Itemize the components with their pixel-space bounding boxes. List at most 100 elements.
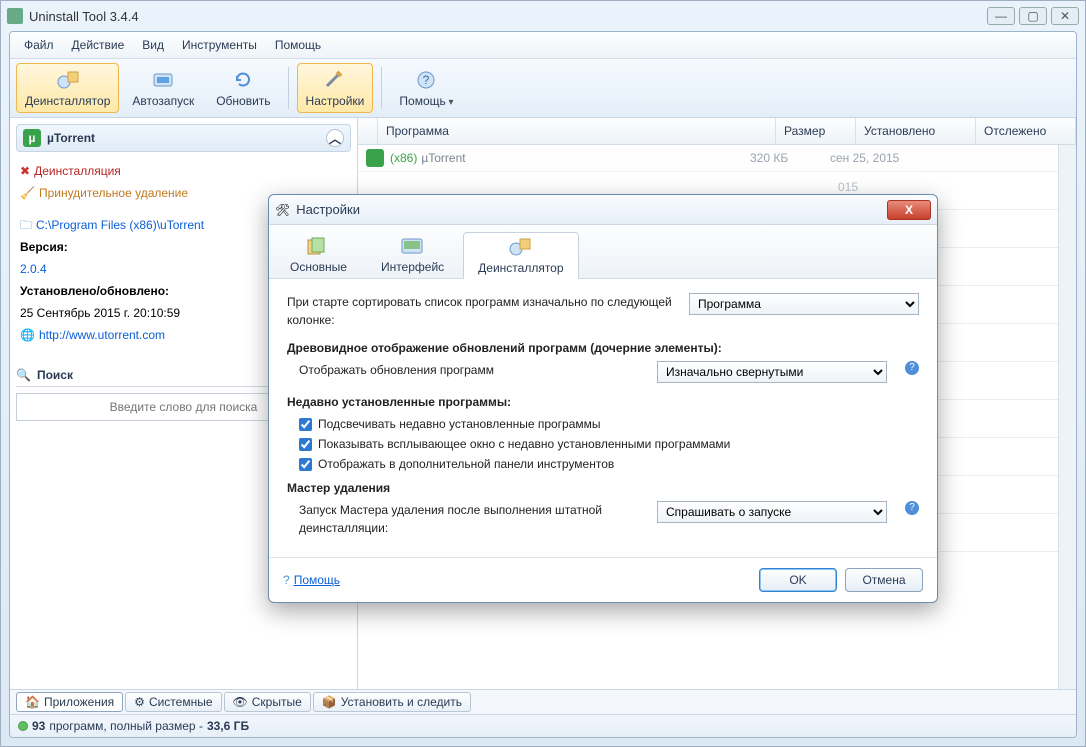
table-row[interactable]: (x86) µTorrent 320 КБ сен 25, 2015 [358, 145, 1058, 172]
interface-tab-icon [399, 236, 427, 258]
sidebar-uninstall[interactable]: Деинсталляция [34, 164, 121, 178]
vertical-scrollbar[interactable] [1058, 145, 1076, 689]
help-link-icon: ? [283, 573, 290, 587]
toolbar-help-label: Помощь [399, 94, 453, 108]
toolbar-help[interactable]: ? Помощь [390, 63, 462, 113]
status-count: 93 [32, 719, 45, 733]
track-icon: 📦 [322, 695, 337, 709]
maximize-button[interactable]: ▢ [1019, 7, 1047, 25]
menu-action[interactable]: Действие [64, 36, 133, 54]
bottom-tabs: 🏠Приложения ⚙Системные 👁Скрытые 📦Установ… [10, 689, 1076, 714]
statusbar: 93 программ, полный размер - 33,6 ГБ [10, 714, 1076, 737]
wizard-heading: Мастер удаления [287, 479, 919, 497]
toolbar-autorun-label: Автозапуск [132, 94, 194, 108]
close-button[interactable]: ✕ [1051, 7, 1079, 25]
hidden-icon: 👁 [233, 695, 248, 709]
help-badge-icon-2[interactable]: ? [905, 501, 919, 515]
uninstall-icon: ✖ [20, 164, 30, 178]
recent-heading: Недавно установленные программы: [287, 393, 919, 411]
dialog-help-link[interactable]: Помощь [294, 573, 340, 587]
broom-icon: 🧹 [20, 186, 35, 200]
sidebar-header[interactable]: µ µTorrent ︿ [16, 124, 351, 152]
help-badge-icon[interactable]: ? [905, 361, 919, 375]
menu-view[interactable]: Вид [134, 36, 172, 54]
help-icon: ? [412, 68, 440, 92]
toolbar-uninstaller-label: Деинсталлятор [25, 94, 110, 108]
toolbar-separator-2 [381, 67, 382, 109]
toolbar-refresh-label: Обновить [216, 94, 270, 108]
folder-icon: 🗀 [20, 218, 32, 232]
col-size[interactable]: Размер [776, 118, 856, 144]
dialog-titlebar[interactable]: 🛠 Настройки X [269, 195, 937, 225]
dialog-close-button[interactable]: X [887, 200, 931, 220]
window-title: Uninstall Tool 3.4.4 [29, 9, 987, 24]
installed-label: Установлено/обновлено: [20, 284, 169, 298]
uninstaller-icon [54, 68, 82, 92]
sort-label: При старте сортировать список программ и… [287, 293, 677, 329]
menubar: Файл Действие Вид Инструменты Помощь [10, 32, 1076, 59]
menu-tools[interactable]: Инструменты [174, 36, 265, 54]
globe-icon: 🌐 [20, 328, 35, 342]
dialog-tab-interface[interactable]: Интерфейс [366, 231, 459, 278]
col-tracked[interactable]: Отслежено [976, 118, 1076, 144]
collapse-icon[interactable]: ︿ [326, 129, 344, 147]
dialog-icon: 🛠 [275, 203, 290, 217]
svg-text:?: ? [423, 73, 430, 87]
tab-applications[interactable]: 🏠Приложения [16, 692, 123, 712]
tree-label: Отображать обновления программ [287, 361, 645, 379]
home-icon: 🏠 [25, 695, 40, 709]
sort-select[interactable]: Программа [689, 293, 919, 315]
toolbar-refresh[interactable]: Обновить [207, 63, 279, 113]
titlebar[interactable]: Uninstall Tool 3.4.4 — ▢ ✕ [1, 1, 1085, 31]
status-led-icon [18, 721, 28, 731]
row-date: сен 25, 2015 [830, 151, 950, 165]
wizard-select[interactable]: Спрашивать о запуске [657, 501, 887, 523]
tab-system[interactable]: ⚙Системные [125, 692, 221, 712]
uninstaller-tab-icon [507, 237, 535, 259]
menu-help[interactable]: Помощь [267, 36, 329, 54]
status-size: 33,6 ГБ [207, 719, 249, 733]
refresh-icon [229, 68, 257, 92]
ok-button[interactable]: OK [759, 568, 837, 592]
chk-popup[interactable]: Показывать всплывающее окно с недавно ус… [299, 435, 919, 453]
tab-install-track[interactable]: 📦Установить и следить [313, 692, 471, 712]
autorun-icon [149, 68, 177, 92]
sidebar-url[interactable]: http://www.utorrent.com [39, 328, 165, 342]
search-icon: 🔍 [16, 368, 31, 382]
sidebar-force-remove[interactable]: Принудительное удаление [39, 186, 188, 200]
row-app-icon [366, 149, 384, 167]
toolbar: Деинсталлятор Автозапуск Обновить Настро… [10, 59, 1076, 118]
chk-highlight[interactable]: Подсвечивать недавно установленные прогр… [299, 415, 919, 433]
general-tab-icon [304, 236, 332, 258]
toolbar-uninstaller[interactable]: Деинсталлятор [16, 63, 119, 113]
col-program[interactable]: Программа [378, 118, 776, 144]
row-arch: (x86) [390, 151, 417, 165]
cancel-button[interactable]: Отмена [845, 568, 923, 592]
minimize-button[interactable]: — [987, 7, 1015, 25]
toolbar-settings[interactable]: Настройки [297, 63, 374, 113]
toolbar-autorun[interactable]: Автозапуск [123, 63, 203, 113]
row-name: µTorrent [421, 151, 465, 165]
wizard-label: Запуск Мастера удаления после выполнения… [287, 501, 645, 537]
menu-file[interactable]: Файл [16, 36, 62, 54]
utorrent-icon: µ [23, 129, 41, 147]
tab-hidden[interactable]: 👁Скрытые [224, 692, 311, 712]
settings-icon [321, 68, 349, 92]
dialog-title: Настройки [296, 202, 360, 217]
settings-dialog: 🛠 Настройки X Основные Интерфейс Деинста… [268, 194, 938, 603]
tree-heading: Древовидное отображение обновлений прогр… [287, 339, 919, 357]
column-headers: Программа Размер Установлено Отслежено [358, 118, 1076, 145]
sidebar-path[interactable]: C:\Program Files (x86)\uTorrent [36, 218, 204, 232]
dialog-tab-uninstaller[interactable]: Деинсталлятор [463, 232, 578, 279]
dialog-tab-general[interactable]: Основные [275, 231, 362, 278]
col-installed[interactable]: Установлено [856, 118, 976, 144]
tree-select[interactable]: Изначально свернутыми [657, 361, 887, 383]
chk-extra-panel[interactable]: Отображать в дополнительной панели инстр… [299, 455, 919, 473]
version-label: Версия: [20, 240, 68, 254]
app-icon [7, 8, 23, 24]
status-mid: программ, полный размер - [49, 719, 203, 733]
row-size: 320 КБ [750, 151, 830, 165]
toolbar-settings-label: Настройки [306, 94, 365, 108]
gear-icon: ⚙ [134, 695, 145, 709]
search-label: Поиск [37, 368, 73, 382]
